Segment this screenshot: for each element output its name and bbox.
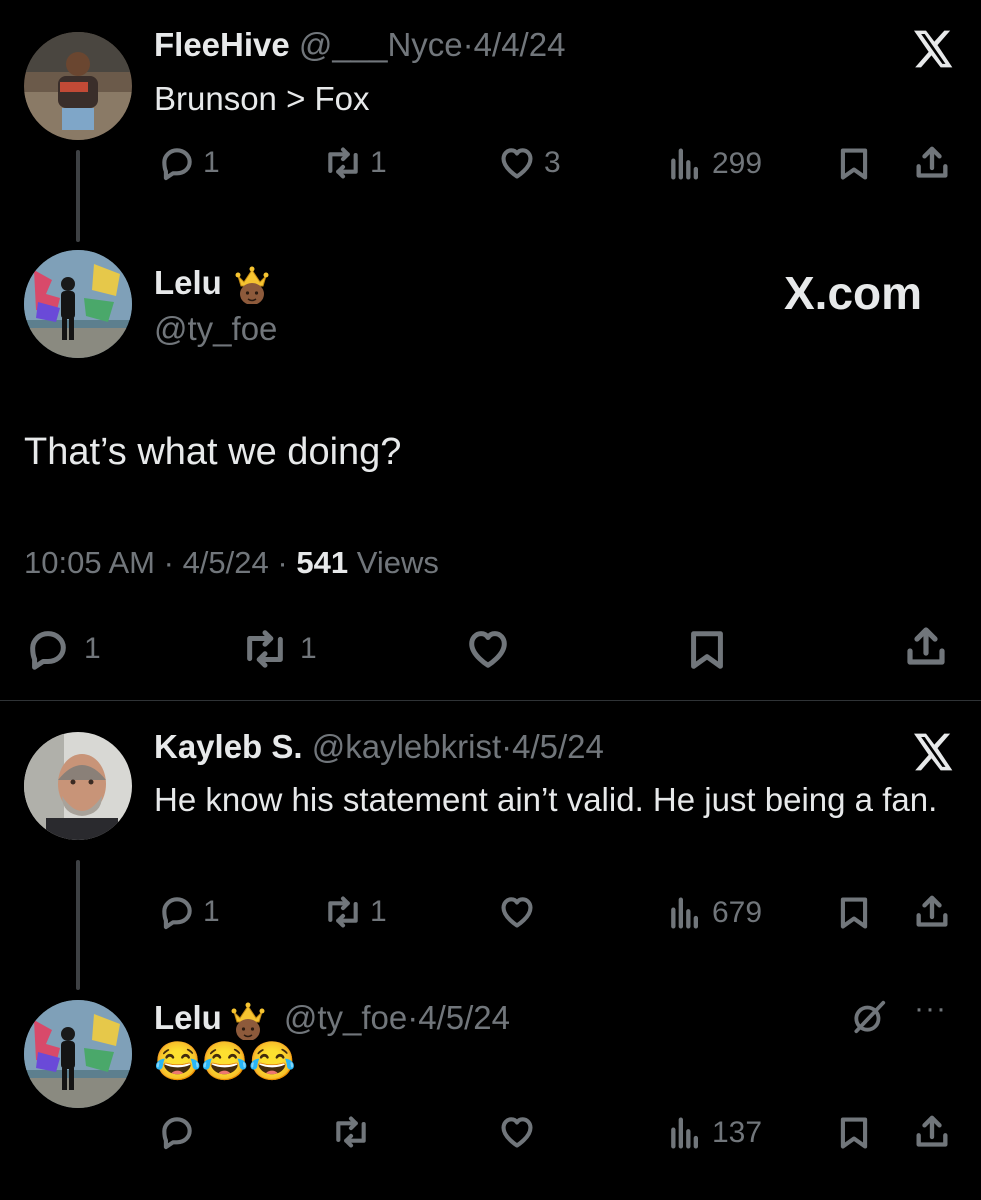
views-icon [671,1117,698,1149]
xcom-watermark: X.com [784,267,923,319]
share-icon [916,146,948,178]
thread-line [76,860,80,990]
more-icon[interactable]: ··· [914,992,947,1026]
reply-count: 1 [84,632,101,665]
share-button[interactable] [912,142,952,184]
reply-icon [162,897,192,930]
display-name[interactable]: Lelu [154,264,222,302]
share-icon [916,895,948,927]
avatar[interactable] [24,250,132,358]
tweet-text: 😂😂😂 [154,1041,296,1083]
views-count: 137 [712,1116,763,1149]
views-count: 541 [296,545,349,580]
avatar[interactable] [24,1000,132,1108]
like-icon [501,897,533,928]
avatar[interactable] [24,32,132,140]
like-icon [501,1117,533,1148]
x-logo-icon [914,30,953,68]
share-button[interactable] [912,1111,952,1153]
like-count: 3 [544,146,561,179]
reply-icon [30,631,66,670]
repost-count: 1 [300,632,317,665]
bookmark-icon [840,1117,868,1149]
views-count: 299 [712,147,763,180]
display-name[interactable]: Lelu [154,999,222,1037]
x-logo-icon [914,733,953,771]
reply-button[interactable] [157,1113,197,1151]
views-button[interactable]: 679 [664,893,762,933]
separator: · [163,545,174,580]
handle[interactable]: @ty_foe [284,999,407,1037]
timestamp[interactable]: 4/5/24 [418,999,510,1037]
like-button[interactable]: 3 [496,144,561,182]
reply-button[interactable]: 1 [157,893,220,931]
tweet-text: Brunson > Fox [154,80,370,117]
timestamp[interactable]: 4/4/24 [474,26,566,63]
bookmark-button[interactable] [835,893,873,933]
bookmark-icon [840,897,868,929]
thread-line [76,150,80,242]
reply-icon [162,148,192,181]
reply-count: 1 [203,895,220,928]
views-icon [671,897,698,929]
handle[interactable]: @kaylebkrist [312,728,501,765]
share-icon [907,627,945,665]
repost-icon [328,147,358,179]
separator: · [501,728,513,765]
like-button[interactable] [496,1113,538,1151]
timestamp-time[interactable]: 10:05 AM [24,545,155,580]
views-count: 679 [712,896,763,929]
repost-icon [328,896,358,928]
views-button[interactable]: 299 [664,144,762,184]
repost-button[interactable]: 1 [322,144,387,182]
share-icon [916,1115,948,1147]
tweet-header: FleeHive @___Nyce·4/4/24 [154,26,565,64]
tweet-header: Lelu @ty_foe · 4/5/24 [154,996,510,1040]
views-label: Views [356,545,439,580]
reply-button[interactable]: 1 [24,626,101,672]
separator: · [462,26,474,63]
repost-count: 1 [370,146,387,179]
handle[interactable]: @___Nyce [299,26,463,63]
views-icon [671,148,698,180]
display-name[interactable]: FleeHive [154,26,290,63]
reply-count: 1 [203,146,220,179]
repost-icon [336,1116,366,1148]
timestamp[interactable]: 4/5/24 [512,728,604,765]
avatar[interactable] [24,732,132,840]
separator: · [407,999,419,1036]
crown-emoji [231,1002,265,1040]
reply-icon [162,1117,192,1150]
like-icon [469,631,507,668]
crown-emoji [235,266,269,304]
bookmark-button[interactable] [684,626,730,674]
divider [0,700,981,701]
tweet-text: He know his statement ain’t valid. He ju… [154,781,938,818]
repost-button[interactable]: 1 [240,626,317,672]
repost-button[interactable]: 1 [322,893,387,931]
like-button[interactable] [462,626,514,672]
repost-count: 1 [370,895,387,928]
like-button[interactable] [496,893,538,931]
share-button[interactable] [912,891,952,933]
separator: · [277,545,288,580]
bookmark-icon [691,631,723,669]
tweet-meta: 10:05 AM · 4/5/24 · 541 Views [24,545,439,581]
tweet-header: Kayleb S. @kaylebkrist·4/5/24 [154,728,604,766]
grok-icon[interactable] [850,998,888,1036]
share-button[interactable] [902,622,950,672]
display-name[interactable]: Kayleb S. [154,728,303,765]
like-icon [501,148,533,179]
repost-icon [247,630,283,668]
repost-button[interactable] [330,1113,372,1151]
views-button[interactable]: 137 [664,1113,762,1153]
bookmark-button[interactable] [835,1113,873,1153]
tweet-text: That’s what we doing? [24,431,402,473]
bookmark-button[interactable] [835,144,873,184]
handle[interactable]: @ty_foe [154,310,277,348]
reply-button[interactable]: 1 [157,144,220,182]
timestamp-date[interactable]: 4/5/24 [183,545,269,580]
bookmark-icon [840,148,868,180]
